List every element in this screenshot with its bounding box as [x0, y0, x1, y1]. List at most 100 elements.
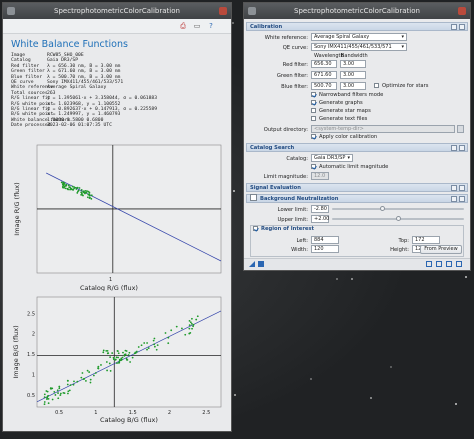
limit-magnitude-input[interactable]: 12.0: [311, 172, 329, 180]
rg-chart: 1 Catalog R/G (flux) Image R/G (flux): [9, 141, 223, 291]
data-point: [80, 376, 83, 379]
roi-left-input[interactable]: 884: [311, 236, 339, 244]
data-point: [153, 345, 156, 348]
data-point: [71, 185, 74, 188]
section-reset-icon[interactable]: [451, 145, 457, 151]
data-point: [100, 364, 102, 366]
white-reference-value: Average Spiral Galaxy: [314, 34, 370, 40]
data-point: [89, 378, 92, 381]
save-icon[interactable]: ▭: [193, 22, 201, 30]
data-point: [112, 358, 115, 361]
data-point: [112, 356, 115, 359]
calibration-section-header[interactable]: Calibration: [246, 22, 468, 31]
data-point: [167, 342, 170, 345]
data-point: [72, 383, 75, 386]
preferences-icon[interactable]: [446, 261, 452, 267]
blue-wavelength-input[interactable]: 500.70: [311, 82, 337, 90]
data-point: [128, 351, 131, 354]
automatic-limit-magnitude-checkbox[interactable]: Automatic limit magnitude: [311, 164, 388, 171]
data-point: [131, 356, 134, 359]
roi-top-input[interactable]: 172: [412, 236, 440, 244]
optimize-for-stars-checkbox[interactable]: Optimize for stars: [374, 83, 428, 90]
data-point: [188, 332, 191, 335]
data-point: [153, 343, 156, 346]
section-collapse-icon[interactable]: [459, 24, 465, 30]
green-bandwidth-input[interactable]: 3.00: [340, 71, 366, 79]
background-neutralization-section-header[interactable]: Background Neutralization: [246, 194, 468, 203]
upper-limit-label: Upper limit:: [277, 217, 308, 223]
red-bandwidth-input[interactable]: 3.00: [340, 60, 366, 68]
section-collapse-icon[interactable]: [459, 196, 465, 202]
data-point: [181, 327, 183, 330]
data-point: [86, 190, 88, 192]
data-point: [129, 361, 132, 363]
right-window-titlebar[interactable]: SpectrophotometricColorCalibration: [244, 3, 470, 19]
info-value: 2023-02-06 01:07:35 UTC: [47, 123, 112, 129]
generate-text-files-checkbox[interactable]: Generate text files: [311, 116, 367, 123]
from-preview-button[interactable]: From Preview: [420, 245, 462, 254]
checkbox-label: Apply color calibration: [319, 134, 378, 140]
y-axis-label: Image B/G (flux): [12, 325, 20, 378]
checkbox-box: [311, 134, 316, 139]
lower-limit-slider[interactable]: [332, 206, 464, 211]
slider-handle[interactable]: [380, 206, 386, 211]
data-point: [70, 188, 73, 191]
close-icon[interactable]: [458, 7, 466, 15]
data-point: [114, 358, 117, 361]
checkbox-label: Region of Interest: [261, 226, 314, 232]
spcc-process-window[interactable]: SpectrophotometricColorCalibration Calib…: [243, 2, 471, 271]
upper-limit-slider[interactable]: [332, 216, 464, 221]
generate-graphs-checkbox[interactable]: Generate graphs: [311, 100, 363, 107]
output-directory-input[interactable]: <system-temp-dir>: [311, 125, 455, 133]
upper-limit-input[interactable]: +2.00: [311, 215, 329, 223]
window-menu-icon[interactable]: [7, 7, 15, 15]
reset-icon[interactable]: [456, 261, 462, 267]
x-tick-label: 1: [109, 277, 112, 283]
data-point: [51, 398, 54, 401]
new-instance-icon[interactable]: [249, 261, 255, 267]
white-balance-graph-window[interactable]: SpectrophotometricColorCalibration ⎙ ▭ ?…: [2, 2, 232, 432]
generate-star-maps-checkbox[interactable]: Generate star maps: [311, 108, 371, 115]
region-of-interest-checkbox[interactable]: Region of Interest: [253, 226, 314, 233]
apply-global-icon[interactable]: [258, 261, 264, 267]
data-point: [196, 315, 199, 318]
pdf-icon[interactable]: ⎙: [179, 22, 187, 30]
checkbox-box: [253, 226, 258, 231]
left-window-title: SpectrophotometricColorCalibration: [54, 7, 180, 15]
browse-docs-icon[interactable]: [426, 261, 432, 267]
red-filter-label: Red filter:: [282, 62, 308, 68]
blue-bandwidth-input[interactable]: 3.00: [340, 82, 366, 90]
checkbox-box: [374, 83, 379, 88]
section-reset-icon[interactable]: [451, 185, 457, 191]
data-point: [116, 362, 118, 365]
y-tick-label: 1.5: [27, 352, 35, 358]
section-reset-icon[interactable]: [451, 196, 457, 202]
white-reference-select[interactable]: Average Spiral Galaxy ▾: [311, 33, 407, 41]
section-expand-icon[interactable]: [459, 185, 465, 191]
green-wavelength-input[interactable]: 671.60: [311, 71, 337, 79]
x-tick-label: 2.5: [202, 410, 210, 416]
data-point: [53, 390, 56, 393]
signal-evaluation-section-header[interactable]: Signal Evaluation: [246, 183, 468, 192]
slider-handle[interactable]: [396, 216, 401, 221]
lower-limit-input[interactable]: -2.80: [311, 205, 329, 213]
track-view-icon[interactable]: [436, 261, 442, 267]
help-icon[interactable]: ?: [207, 22, 215, 30]
red-wavelength-input[interactable]: 656.30: [311, 60, 337, 68]
section-collapse-icon[interactable]: [459, 145, 465, 151]
apply-color-calibration-checkbox[interactable]: Apply color calibration: [311, 134, 377, 141]
folder-icon[interactable]: [457, 125, 464, 133]
left-window-titlebar[interactable]: SpectrophotometricColorCalibration: [3, 3, 231, 19]
close-icon[interactable]: [219, 7, 227, 15]
roi-width-input[interactable]: 120: [311, 245, 339, 253]
enable-checkbox[interactable]: [250, 194, 257, 201]
roi-top-label: Top:: [398, 238, 410, 244]
narrowband-mode-checkbox[interactable]: Narrowband filters mode: [311, 92, 383, 99]
window-menu-icon[interactable]: [248, 7, 256, 15]
data-point: [57, 392, 59, 394]
data-point: [64, 187, 67, 190]
catalog-search-section-header[interactable]: Catalog Search: [246, 143, 468, 152]
qe-curve-select[interactable]: Sony IMX411/455/461/533/571 ▾: [311, 43, 407, 51]
section-reset-icon[interactable]: [451, 24, 457, 30]
catalog-select[interactable]: Gaia DR3/SP ▾: [311, 154, 353, 162]
